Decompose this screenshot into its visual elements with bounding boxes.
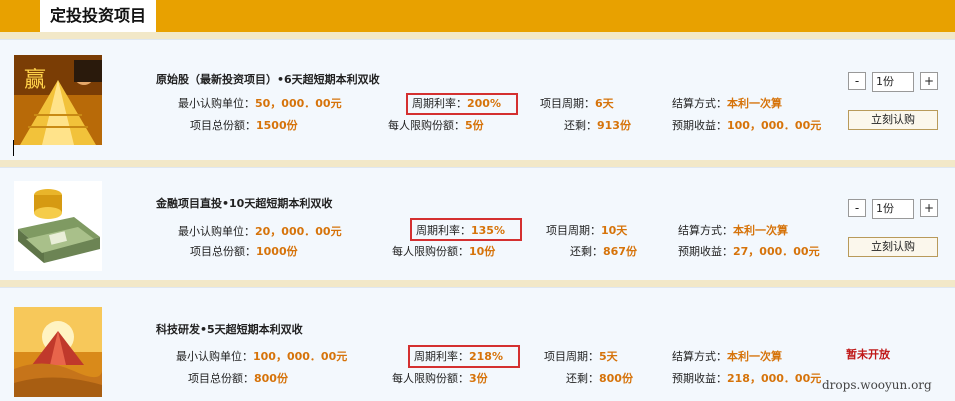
not-open-status: 暂未开放 (846, 348, 890, 361)
buy-button[interactable]: 立刻认购 (848, 237, 938, 257)
project-cycle: 项目周期：10天 (546, 224, 627, 238)
cycle-rate-label: 周期利率： (412, 97, 467, 110)
per-person-limit: 每人限购份额：5份 (388, 119, 484, 133)
product-title: 原始股（最新投资项目）•6天超短期本利双收 (156, 73, 380, 86)
remaining-label: 还剩： (566, 372, 599, 385)
separator (0, 280, 955, 287)
total-shares-value: 1500份 (256, 119, 298, 132)
desert-pyramid-icon (14, 307, 102, 397)
minus-button[interactable]: - (848, 199, 866, 217)
remaining-value: 800份 (599, 372, 633, 385)
min-unit-value: 100，000．00元 (253, 350, 348, 363)
per-person-value: 10份 (469, 245, 496, 258)
total-shares-value: 800份 (254, 372, 288, 385)
cycle-value: 5天 (599, 350, 618, 363)
total-shares-label: 项目总份额： (190, 245, 256, 258)
project-cycle: 项目周期：5天 (544, 350, 618, 364)
settle-value: 本利一次算 (727, 97, 782, 110)
min-unit: 最小认购单位：20，000．00元 (178, 225, 342, 239)
cycle-label: 项目周期： (546, 224, 601, 237)
settle-method: 结算方式：本利一次算 (678, 224, 788, 238)
total-shares: 项目总份额：1000份 (190, 245, 298, 259)
separator (0, 160, 955, 167)
expected-return: 预期收益：218，000．00元 (672, 372, 821, 386)
settle-label: 结算方式： (672, 350, 727, 363)
per-person-label: 每人限购份额： (388, 119, 465, 132)
plus-button[interactable]: + (920, 199, 938, 217)
cycle-value: 10天 (601, 224, 628, 237)
settle-label: 结算方式： (678, 224, 733, 237)
per-person-limit: 每人限购份额：3份 (392, 372, 488, 386)
settle-value: 本利一次算 (733, 224, 788, 237)
cycle-label: 项目周期： (540, 97, 595, 110)
project-cycle: 项目周期：6天 (540, 97, 614, 111)
remaining-label: 还剩： (564, 119, 597, 132)
cycle-rate: 周期利率：135% (416, 224, 505, 238)
quantity-input[interactable]: 1份 (872, 199, 914, 219)
per-person-label: 每人限购份额： (392, 245, 469, 258)
remaining: 还剩：867份 (570, 245, 637, 259)
expected-label: 预期收益： (672, 119, 727, 132)
expected-value: 27，000．00元 (733, 245, 820, 258)
product-card: 科技研发•5天超短期本利双收 最小认购单位：100，000．00元 周期利率：2… (0, 287, 955, 401)
buy-button[interactable]: 立刻认购 (848, 110, 938, 130)
section-title: 定投投资项目 (40, 0, 157, 32)
remaining: 还剩：800份 (566, 372, 633, 386)
cycle-rate: 周期利率：200% (412, 97, 501, 111)
cycle-label: 项目周期： (544, 350, 599, 363)
plus-button[interactable]: + (920, 72, 938, 90)
min-unit: 最小认购单位：50，000．00元 (178, 97, 342, 111)
expected-value: 100，000．00元 (727, 119, 822, 132)
cycle-rate: 周期利率：218% (414, 350, 503, 364)
cycle-rate-label: 周期利率： (416, 224, 471, 237)
remaining-value: 913份 (597, 119, 631, 132)
per-person-label: 每人限购份额： (392, 372, 469, 385)
total-shares-label: 项目总份额： (188, 372, 254, 385)
svg-text:赢: 赢 (24, 68, 46, 93)
gold-pyramid-icon: 赢 (14, 55, 102, 145)
settle-value: 本利一次算 (727, 350, 782, 363)
cycle-rate-value: 135% (471, 224, 505, 237)
money-stack-icon (14, 181, 102, 271)
expected-label: 预期收益： (672, 372, 727, 385)
product-title: 金融项目直投•10天超短期本利双收 (156, 197, 333, 210)
min-unit-value: 20，000．00元 (255, 225, 342, 238)
per-person-limit: 每人限购份额：10份 (392, 245, 495, 259)
remaining: 还剩：913份 (564, 119, 631, 133)
expected-return: 预期收益：27，000．00元 (678, 245, 820, 259)
quantity-input[interactable]: 1份 (872, 72, 914, 92)
settle-method: 结算方式：本利一次算 (672, 97, 782, 111)
cycle-rate-value: 218% (469, 350, 503, 363)
separator (0, 32, 955, 39)
product-title: 科技研发•5天超短期本利双收 (156, 323, 303, 336)
min-unit-label: 最小认购单位： (176, 350, 253, 363)
total-shares: 项目总份额：1500份 (190, 119, 298, 133)
cycle-value: 6天 (595, 97, 614, 110)
cycle-rate-label: 周期利率： (414, 350, 469, 363)
minus-button[interactable]: - (848, 72, 866, 90)
min-unit: 最小认购单位：100，000．00元 (176, 350, 347, 364)
expected-label: 预期收益： (678, 245, 733, 258)
settle-label: 结算方式： (672, 97, 727, 110)
total-shares-value: 1000份 (256, 245, 298, 258)
total-shares-label: 项目总份额： (190, 119, 256, 132)
per-person-value: 5份 (465, 119, 484, 132)
product-card: 金融项目直投•10天超短期本利双收 最小认购单位：20，000．00元 周期利率… (0, 167, 955, 280)
total-shares: 项目总份额：800份 (188, 372, 288, 386)
remaining-value: 867份 (603, 245, 637, 258)
text-cursor (13, 140, 14, 156)
remaining-label: 还剩： (570, 245, 603, 258)
expected-return: 预期收益：100，000．00元 (672, 119, 821, 133)
min-unit-label: 最小认购单位： (178, 97, 255, 110)
product-card: 赢 原始股（最新投资项目）•6天超短期本利双收 最小认购单位：50，000．00… (0, 39, 955, 160)
settle-method: 结算方式：本利一次算 (672, 350, 782, 364)
min-unit-value: 50，000．00元 (255, 97, 342, 110)
watermark: drops.wooyun.org (822, 378, 932, 392)
section-header-bar: 定投投资项目 (0, 0, 955, 32)
min-unit-label: 最小认购单位： (178, 225, 255, 238)
cycle-rate-value: 200% (467, 97, 501, 110)
expected-value: 218，000．00元 (727, 372, 822, 385)
per-person-value: 3份 (469, 372, 488, 385)
